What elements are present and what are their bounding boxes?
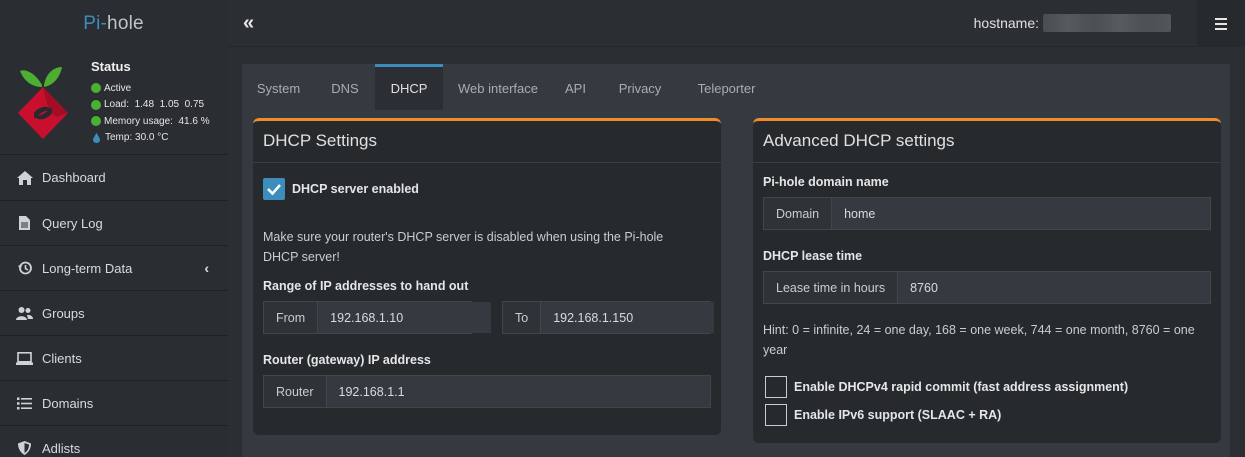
tab-dns[interactable]: DNS — [315, 64, 375, 110]
status-panel: Status Active Load: 1.48 1.05 0.75 Memor… — [0, 47, 228, 155]
sidebar-item-label: Groups — [42, 305, 85, 321]
range-from-group: From — [263, 301, 492, 334]
sidebar-item-groups[interactable]: Groups — [0, 291, 228, 336]
lease-label: DHCP lease time — [763, 249, 863, 263]
sidebar-item-dashboard[interactable]: Dashboard — [0, 155, 228, 201]
box-title: Advanced DHCP settings — [753, 121, 1221, 163]
rapid-commit-checkbox[interactable] — [765, 376, 787, 398]
sidebar-item-label: Adlists — [42, 440, 81, 456]
status-load: Load: 1.48 1.05 0.75 — [104, 99, 205, 111]
logo-bar[interactable]: Pi-hole — [0, 0, 228, 47]
load-dot-icon — [91, 99, 101, 110]
memory-dot-icon — [91, 116, 101, 127]
domain-group: Domain — [763, 197, 1211, 230]
users-icon — [16, 306, 33, 321]
status-temp: Temp: 30.0 °C — [105, 132, 169, 144]
hostname-label: hostname: — [973, 15, 1039, 31]
dhcp-enabled-checkbox[interactable] — [263, 178, 285, 200]
brand-logo[interactable]: Pi-hole — [83, 13, 144, 35]
sidebar-item-query-log[interactable]: Query Log — [0, 201, 228, 246]
domain-label: Pi-hole domain name — [763, 175, 889, 189]
settings-content: System DNS DHCP Web interface API Privac… — [242, 64, 1230, 457]
dhcp-note-line2: DHCP server! — [263, 250, 340, 264]
range-label: Range of IP addresses to hand out — [263, 279, 469, 293]
checkmark-icon — [267, 184, 281, 196]
sidebar: Status Active Load: 1.48 1.05 0.75 Memor… — [0, 47, 228, 457]
status-memory: Memory usage: 41.6 % — [104, 115, 210, 127]
status-active: Active — [104, 82, 132, 94]
from-addon: From — [264, 302, 319, 333]
history-icon — [16, 261, 33, 276]
domain-addon: Domain — [764, 198, 833, 229]
pihole-raspberry-icon — [18, 67, 68, 139]
laptop-icon — [16, 351, 33, 366]
file-icon — [16, 216, 33, 231]
hamburger-menu-icon[interactable] — [1197, 0, 1245, 47]
lease-input[interactable] — [898, 272, 1210, 303]
ipv6-checkbox[interactable] — [765, 404, 787, 426]
lease-hint-line2: year — [763, 343, 788, 357]
router-addon: Router — [264, 376, 327, 407]
list-icon — [16, 396, 33, 411]
status-title: Status — [91, 59, 131, 74]
dhcp-enabled-label[interactable]: DHCP server enabled — [292, 182, 419, 196]
lease-addon: Lease time in hours — [764, 272, 899, 303]
tab-system[interactable]: System — [242, 64, 315, 110]
settings-tabs: System DNS DHCP Web interface API Privac… — [242, 64, 1230, 110]
chevron-left-icon[interactable]: ‹ — [204, 260, 209, 276]
dhcp-tab-panel: DHCP Settings DHCP server enabled Make s… — [242, 110, 1230, 457]
tab-teleporter[interactable]: Teleporter — [682, 64, 771, 110]
sidebar-item-adlists[interactable]: Adlists — [0, 426, 228, 457]
temperature-drop-icon — [93, 132, 100, 143]
status-dot-icon — [91, 83, 101, 94]
box-title: DHCP Settings — [253, 121, 721, 163]
tab-api[interactable]: API — [553, 64, 598, 110]
advanced-dhcp-box: Advanced DHCP settings Pi-hole domain na… — [753, 118, 1221, 443]
home-icon — [16, 170, 33, 185]
to-addon: To — [503, 302, 542, 333]
sidebar-item-label: Clients — [42, 350, 82, 366]
sidebar-item-label: Domains — [42, 395, 94, 411]
sidebar-item-long-term-data[interactable]: Long-term Data ‹ — [0, 246, 228, 291]
dhcp-settings-box: DHCP Settings DHCP server enabled Make s… — [253, 118, 721, 435]
top-navbar: « hostname: — [228, 0, 1245, 47]
lease-hint-line1: Hint: 0 = infinite, 24 = one day, 168 = … — [763, 323, 1195, 337]
sidebar-item-domains[interactable]: Domains — [0, 381, 228, 426]
rapid-commit-label[interactable]: Enable DHCPv4 rapid commit (fast address… — [794, 380, 1128, 394]
sidebar-item-label: Query Log — [42, 215, 103, 231]
range-from-input[interactable] — [318, 302, 492, 333]
brand-prefix: Pi- — [83, 12, 108, 34]
tab-web-interface[interactable]: Web interface — [443, 64, 553, 110]
shield-icon — [16, 441, 33, 456]
router-group: Router — [263, 375, 711, 408]
brand-name: hole — [107, 12, 144, 34]
lease-group: Lease time in hours — [763, 271, 1211, 304]
status-lines: Active Load: 1.48 1.05 0.75 Memory usage… — [91, 80, 210, 146]
router-label: Router (gateway) IP address — [263, 353, 431, 367]
hostname: hostname: — [974, 14, 1171, 32]
sidebar-collapse-icon[interactable]: « — [243, 13, 254, 33]
domain-input[interactable] — [832, 198, 1210, 229]
sidebar-item-clients[interactable]: Clients — [0, 336, 228, 381]
hostname-redacted — [1043, 14, 1171, 32]
dhcp-note-line1: Make sure your router's DHCP server is d… — [263, 230, 664, 244]
sidebar-item-label: Long-term Data — [42, 260, 133, 276]
tab-privacy[interactable]: Privacy — [598, 64, 682, 110]
router-input[interactable] — [326, 376, 710, 407]
range-to-group: To — [502, 301, 715, 334]
sidebar-item-label: Dashboard — [42, 170, 106, 185]
ipv6-label[interactable]: Enable IPv6 support (SLAAC + RA) — [794, 408, 1001, 422]
range-to-input[interactable] — [541, 302, 715, 333]
tab-dhcp[interactable]: DHCP — [375, 64, 443, 110]
